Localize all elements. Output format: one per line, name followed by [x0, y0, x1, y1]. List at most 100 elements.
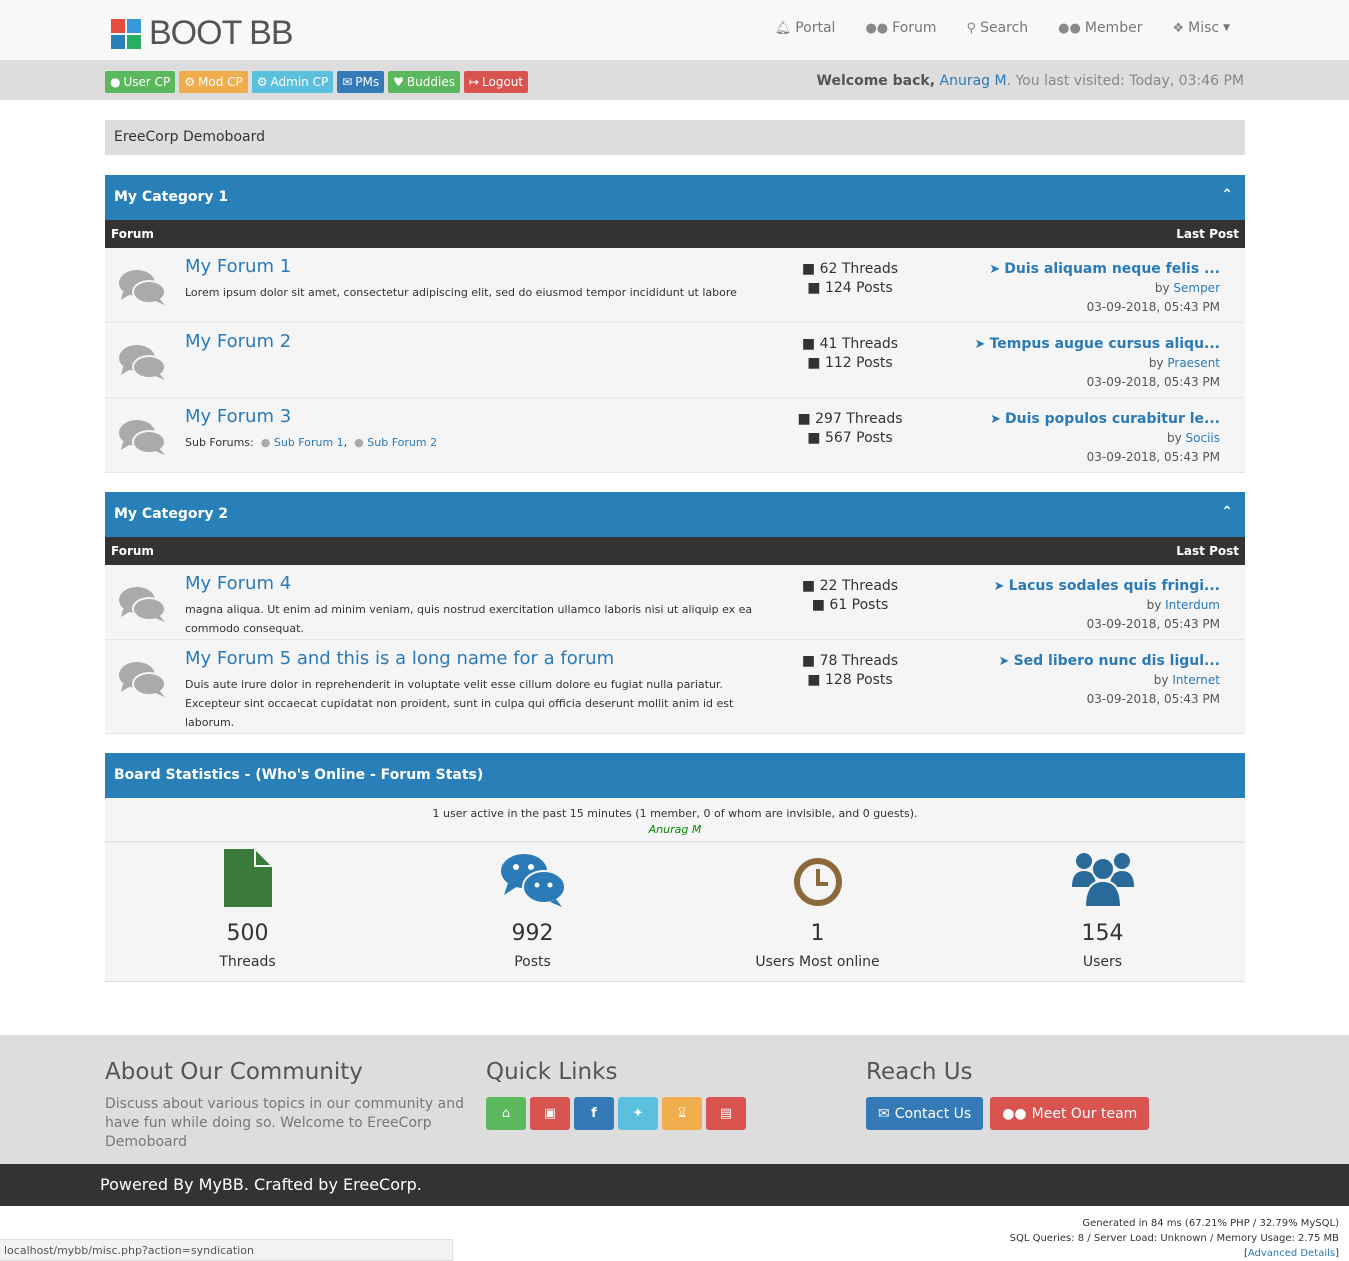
forum-comments-icon — [117, 585, 167, 629]
last-post-title-link[interactable]: Duis populos curabitur le... — [1005, 411, 1220, 427]
quick-links: ⌂ ▣ f ✦ ⌛︎ ▤ — [486, 1097, 746, 1130]
comment-icon: ● — [354, 436, 364, 449]
powered-by-text: Powered By MyBB. Crafted by EreeCorp. — [100, 1175, 422, 1194]
last-post-date: 03-09-2018, 05:43 PM — [1086, 450, 1220, 464]
comment-icon: ■ — [801, 261, 816, 277]
user-bar: ● User CP ⚙ Mod CP ⚙ Admin CP ✉ PMs ♥ Buddies… — [0, 61, 1349, 100]
breadcrumb-home-link[interactable]: EreeCorp Demoboard — [114, 129, 265, 145]
online-user-link[interactable]: Anurag M — [649, 823, 702, 836]
forum-title-link[interactable]: My Forum 3 — [185, 406, 291, 427]
category-2: My Category 2 ⌃ Forum Last Post My Forum… — [105, 492, 1245, 734]
statistics-title-link[interactable]: Board Statistics - (Who's Online - Forum… — [114, 767, 483, 783]
subforum-link[interactable]: Sub Forum 1 — [274, 436, 344, 449]
last-post: ➤ Duis populos curabitur le... by Sociis… — [960, 410, 1220, 467]
comment-icon: ■ — [801, 336, 816, 352]
nav-portal[interactable]: 🔔︎ Portal — [775, 20, 836, 36]
file-icon — [105, 847, 390, 907]
admin-cp-button[interactable]: ⚙ Admin CP — [251, 71, 334, 93]
last-post-date: 03-09-2018, 05:43 PM — [1086, 300, 1220, 314]
forum-title-link[interactable]: My Forum 1 — [185, 256, 291, 277]
arrow-circle-right-icon: ➤ — [974, 337, 986, 352]
advanced-details-link[interactable]: Advanced Details — [1248, 1248, 1335, 1259]
forum-comments-icon — [117, 268, 167, 312]
last-post-title-link[interactable]: Duis aliquam neque felis ... — [1004, 261, 1220, 277]
forum-description: Lorem ipsum dolor sit amet, consectetur … — [185, 286, 737, 299]
last-post-title-link[interactable]: Lacus sodales quis fringi... — [1009, 578, 1220, 594]
facebook-icon[interactable]: f — [574, 1097, 614, 1130]
forum-description: Duis aute irure dolor in reprehenderit i… — [185, 678, 734, 729]
last-post: ➤ Sed libero nunc dis ligul... by Intern… — [960, 652, 1220, 709]
envelope-icon: ✉ — [342, 75, 353, 89]
last-post-title-link[interactable]: Sed libero nunc dis ligul... — [1014, 653, 1220, 669]
logout-button[interactable]: ↦ Logout — [463, 71, 529, 93]
nav-forum[interactable]: ●● Forum — [865, 20, 936, 36]
forum-row: My Forum 2 ■ 41 Threads ■ 112 Posts ➤ Te… — [105, 323, 1245, 398]
site-logo[interactable]: BOOT BB — [111, 14, 294, 53]
about-title: About Our Community — [105, 1059, 363, 1085]
top-navbar: BOOT BB 🔔︎ Portal ●● Forum ⚲ Search ●● Membe… — [0, 0, 1349, 61]
user-buttons: ● User CP ⚙ Mod CP ⚙ Admin CP ✉ PMs ♥ Buddies… — [105, 71, 529, 93]
forum-title-link[interactable]: My Forum 2 — [185, 331, 291, 352]
users-icon: ●● — [1002, 1105, 1027, 1122]
pms-button[interactable]: ✉ PMs — [337, 71, 385, 93]
forum-stats: ■ 62 Threads ■ 124 Posts — [801, 261, 899, 296]
welcome-username-link[interactable]: Anurag M — [940, 73, 1007, 89]
nav-member[interactable]: ●● Member — [1058, 20, 1142, 36]
forum-row: My Forum 5 and this is a long name for a… — [105, 640, 1245, 734]
book-icon[interactable]: ▤ — [706, 1097, 746, 1130]
forum-stats: ■ 22 Threads ■ 61 Posts — [801, 578, 899, 613]
last-post-user-link[interactable]: Praesent — [1167, 356, 1220, 370]
category-table-header: Forum Last Post — [105, 537, 1245, 565]
last-post-user-link[interactable]: Sociis — [1186, 431, 1220, 445]
search-icon: ⚲ — [966, 20, 977, 36]
category-header: My Category 1 ⌃ — [105, 175, 1245, 220]
wechat-icon — [390, 847, 675, 907]
welcome-text: Welcome back, Anurag M. You last visited… — [816, 73, 1244, 89]
archive-icon[interactable]: ▣ — [530, 1097, 570, 1130]
forum-title-link[interactable]: My Forum 5 and this is a long name for a… — [185, 648, 614, 669]
collapse-icon[interactable]: ⌃ — [1221, 187, 1233, 203]
stat-threads: 500 Threads — [105, 843, 390, 981]
nav-misc[interactable]: ❖ Misc ▼ — [1172, 20, 1230, 36]
last-post: ➤ Lacus sodales quis fringi... by Interd… — [960, 577, 1220, 634]
home-icon[interactable]: ⌂ — [486, 1097, 526, 1130]
buddies-button[interactable]: ♥ Buddies — [388, 71, 460, 93]
last-post-user-link[interactable]: Semper — [1173, 281, 1220, 295]
board-statistics: Board Statistics - (Who's Online - Forum… — [105, 753, 1245, 982]
meet-team-button[interactable]: ●● Meet Our team — [990, 1097, 1150, 1130]
last-post-date: 03-09-2018, 05:43 PM — [1086, 375, 1220, 389]
mod-cp-button[interactable]: ⚙ Mod CP — [179, 71, 248, 93]
about-section: About Our Community Discuss about variou… — [105, 1059, 465, 1152]
twitter-icon[interactable]: ✦ — [618, 1097, 658, 1130]
comment-icon: ■ — [801, 578, 816, 594]
last-post-column-header: Last Post — [1176, 544, 1239, 558]
category-table-header: Forum Last Post — [105, 220, 1245, 248]
sign-out-icon: ↦ — [468, 75, 480, 89]
collapse-icon[interactable]: ⌃ — [1221, 504, 1233, 520]
contact-us-button[interactable]: ✉ Contact Us — [866, 1097, 984, 1130]
arrow-circle-right-icon: ➤ — [993, 579, 1005, 594]
forum-stats: ■ 297 Threads ■ 567 Posts — [797, 411, 903, 446]
stat-users: 154 Users — [960, 843, 1245, 981]
last-post-user-link[interactable]: Interdum — [1165, 598, 1220, 612]
logo-mark-icon — [111, 18, 141, 49]
rss-icon[interactable]: ⌛︎ — [662, 1097, 702, 1130]
subforum-link[interactable]: Sub Forum 2 — [367, 436, 437, 449]
last-post-title-link[interactable]: Tempus augue cursus aliqu... — [990, 336, 1220, 352]
last-post-user-link[interactable]: Internet — [1172, 673, 1220, 687]
debug-info: Generated in 84 ms (67.21% PHP / 32.79% … — [1009, 1218, 1339, 1259]
forum-stats: ■ 41 Threads ■ 112 Posts — [801, 336, 899, 371]
nav-search[interactable]: ⚲ Search — [967, 20, 1029, 36]
cubes-icon: ❖ — [1172, 20, 1185, 36]
last-post-date: 03-09-2018, 05:43 PM — [1086, 617, 1220, 631]
forum-row: My Forum 1 Lorem ipsum dolor sit amet, c… — [105, 248, 1245, 323]
breadcrumb: EreeCorp Demoboard — [105, 120, 1245, 155]
category-title-link[interactable]: My Category 2 — [114, 506, 228, 522]
stat-most-online: 1 Users Most online — [675, 843, 960, 981]
user-cp-button[interactable]: ● User CP — [105, 71, 176, 93]
comments-icon: ■ — [807, 280, 821, 296]
category-title-link[interactable]: My Category 1 — [114, 189, 228, 205]
arrow-circle-right-icon: ➤ — [989, 412, 1001, 427]
forum-title-link[interactable]: My Forum 4 — [185, 573, 291, 594]
comments-icon: ■ — [807, 430, 821, 446]
